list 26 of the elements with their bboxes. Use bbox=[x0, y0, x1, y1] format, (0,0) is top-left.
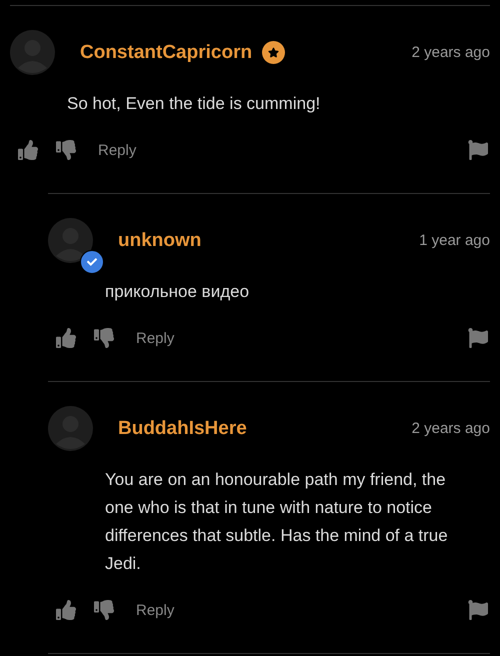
thumbs-up-icon[interactable] bbox=[18, 140, 38, 160]
verified-badge-icon bbox=[80, 250, 104, 274]
comment-text: So hot, Even the tide is cumming! bbox=[67, 93, 322, 115]
reply-button[interactable]: Reply bbox=[136, 602, 174, 618]
timestamp: 2 years ago bbox=[412, 420, 490, 437]
flag-icon[interactable] bbox=[468, 600, 488, 620]
reply-button[interactable]: Reply bbox=[98, 142, 136, 158]
avatar bbox=[48, 406, 93, 451]
thumbs-down-icon[interactable] bbox=[94, 600, 114, 620]
avatar bbox=[10, 30, 55, 75]
thumbs-down-icon[interactable] bbox=[94, 328, 114, 348]
star-badge-icon bbox=[262, 41, 286, 64]
username[interactable]: BuddahIsHere bbox=[118, 418, 247, 440]
timestamp: 1 year ago bbox=[419, 232, 490, 249]
comment-text: You are on an honourable path my friend, the one who is that in tune with nature to notice differences that subtle. Has the mind of a true Jedi. bbox=[105, 469, 449, 575]
thumbs-up-icon[interactable] bbox=[56, 600, 76, 620]
flag-icon[interactable] bbox=[468, 140, 488, 160]
comment-text: прикольное видео bbox=[105, 281, 250, 303]
thumbs-up-icon[interactable] bbox=[56, 328, 76, 348]
reply-button[interactable]: Reply bbox=[136, 330, 174, 346]
username[interactable]: ConstantCapricorn bbox=[80, 42, 252, 64]
avatar bbox=[48, 218, 93, 263]
username[interactable]: unknown bbox=[118, 230, 202, 252]
timestamp: 2 years ago bbox=[412, 44, 490, 61]
flag-icon[interactable] bbox=[468, 328, 488, 348]
thumbs-down-icon[interactable] bbox=[56, 140, 76, 160]
